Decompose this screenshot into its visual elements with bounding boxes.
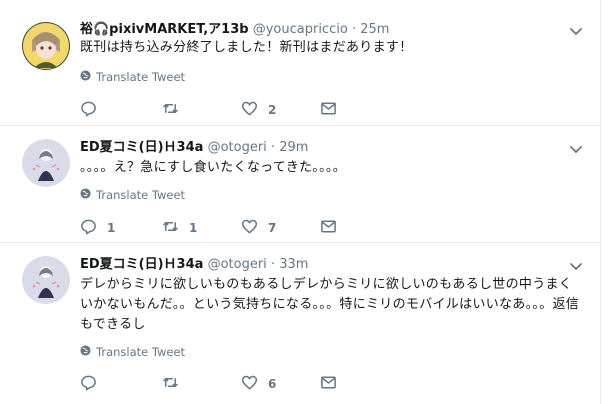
display-name[interactable]: ED夏コミ(日)Ｈ34a [80,257,203,272]
tweet-text: 。。。。え？急にすし食いたくなってきた。。。。 [80,160,346,175]
retweet-icon [162,374,179,394]
chevron-down-icon[interactable] [568,141,584,157]
timestamp[interactable]: 25m [360,22,389,37]
avatar[interactable] [22,22,70,70]
tweet[interactable]: ED夏コミ(日)Ｈ34a @otogeri · 29m 。。。。え？急にすし食い… [0,125,600,243]
user-handle[interactable]: @otogeri [208,257,267,272]
retweet-button[interactable] [162,100,189,120]
like-count: 2 [268,103,277,117]
reply-icon [80,374,97,394]
separator-dot: · [351,22,357,37]
scrollbar-track[interactable] [603,0,613,404]
timestamp[interactable]: 33m [279,257,308,272]
tweet-header: ED夏コミ(日)Ｈ34a @otogeri · 29m [80,139,308,157]
reply-button[interactable] [80,374,107,394]
tweet-actions: 2 [80,100,380,120]
like-button[interactable]: 6 [241,374,276,394]
globe-icon [80,69,91,85]
translate-label: Translate Tweet [96,345,186,359]
timeline: 裕🎧pixivMARKET,ア13b @youcapriccio · 25m 既… [0,0,601,404]
reply-icon [80,218,97,238]
user-handle[interactable]: @youcapriccio [253,22,348,37]
separator-dot: · [270,140,276,155]
reply-icon [80,100,97,120]
tweet-header: ED夏コミ(日)Ｈ34a @otogeri · 33m [80,256,308,274]
envelope-icon [320,374,337,394]
like-button[interactable]: 7 [241,218,276,238]
tweet-header: 裕🎧pixivMARKET,ア13b @youcapriccio · 25m [80,21,389,39]
translate-tweet-link[interactable]: Translate Tweet [80,69,185,85]
heart-icon [241,100,258,120]
heart-icon [241,374,258,394]
heart-icon [241,218,258,238]
reply-count: 1 [107,221,116,235]
tweet[interactable]: 裕🎧pixivMARKET,ア13b @youcapriccio · 25m 既… [0,0,600,126]
globe-icon [80,344,91,360]
tweet-actions: 6 [80,374,380,394]
tweet-actions: 1 1 7 [80,218,380,238]
separator-dot: · [270,257,276,272]
like-count: 7 [268,221,277,235]
display-name[interactable]: 裕🎧pixivMARKET,ア13b [80,22,249,37]
translate-tweet-link[interactable]: Translate Tweet [80,187,185,203]
direct-message-button[interactable] [320,374,337,394]
retweet-button[interactable] [162,374,189,394]
retweet-count: 1 [189,221,198,235]
chevron-down-icon[interactable] [568,23,584,39]
chevron-down-icon[interactable] [568,258,584,274]
translate-label: Translate Tweet [96,70,186,84]
timestamp[interactable]: 29m [279,140,308,155]
retweet-button[interactable]: 1 [162,218,197,238]
tweet-text: デレからミリに欲しいものもあるしデレからミリに欲しいのもあるし世の中うまくいかな… [80,277,580,332]
direct-message-button[interactable] [320,100,337,120]
display-name[interactable]: ED夏コミ(日)Ｈ34a [80,140,203,155]
tweet-text: 既刊は持ち込み分終了しました！新刊はまだあります！ [80,40,413,55]
reply-button[interactable]: 1 [80,218,115,238]
reply-button[interactable] [80,100,107,120]
avatar[interactable] [22,139,70,187]
direct-message-button[interactable] [320,218,337,238]
retweet-icon [162,218,179,238]
retweet-icon [162,100,179,120]
avatar[interactable] [22,256,70,304]
like-count: 6 [268,377,277,391]
tweet[interactable]: ED夏コミ(日)Ｈ34a @otogeri · 33m デレからミリに欲しいもの… [0,242,600,404]
translate-tweet-link[interactable]: Translate Tweet [80,344,185,360]
like-button[interactable]: 2 [241,100,276,120]
user-handle[interactable]: @otogeri [208,140,267,155]
globe-icon [80,187,91,203]
envelope-icon [320,100,337,120]
translate-label: Translate Tweet [96,188,186,202]
envelope-icon [320,218,337,238]
